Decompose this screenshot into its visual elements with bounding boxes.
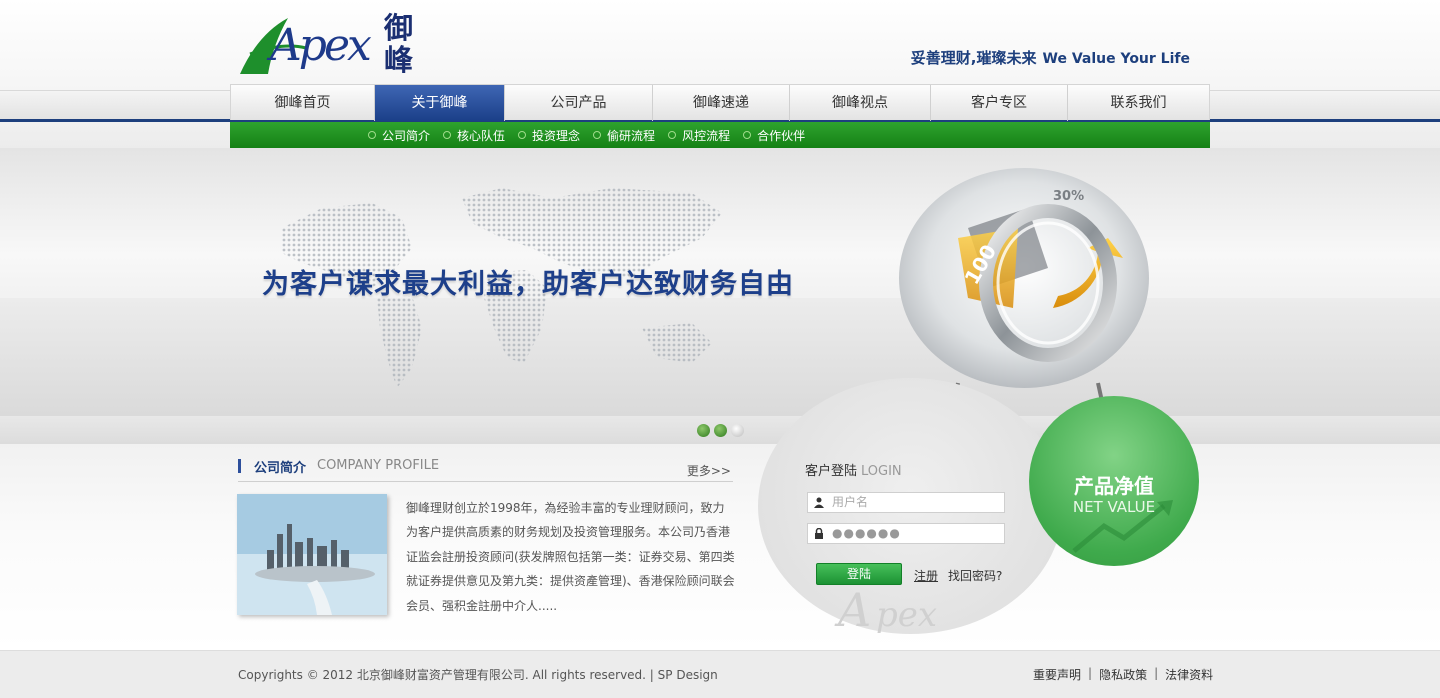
bullet-icon	[518, 131, 527, 139]
slogan-cn: 妥善理财,璀璨未来	[910, 49, 1037, 67]
password-value: ●●●●●●	[832, 526, 901, 540]
site-logo[interactable]: Apex 御峰	[238, 8, 418, 80]
profile-title-en: COMPANY PROFILE	[317, 458, 440, 473]
login-title-cn: 客户登陆	[805, 464, 858, 479]
subnav-label: 偷研流程	[607, 128, 656, 143]
nav-item-contact[interactable]: 联系我们	[1068, 85, 1209, 121]
login-title-en: LOGIN	[861, 464, 902, 479]
subnav-item-philosophy[interactable]: 投资理念	[518, 127, 580, 144]
bullet-icon	[668, 131, 677, 139]
page-container: Apex 御峰 妥善理财,璀璨未来 We Value Your Life 御峰首页…	[230, 0, 1210, 698]
sub-nav: 公司简介 核心队伍 投资理念 偷研流程 风控流程 合作伙伴	[230, 122, 1210, 148]
bullet-icon	[368, 131, 376, 139]
subnav-label: 投资理念	[532, 128, 581, 143]
section-marker-icon	[238, 459, 241, 473]
svg-text:A: A	[834, 583, 871, 637]
main-nav: 御峰首页 关于御峰 公司产品 御峰速递 御峰视点 客户专区 联系我们	[230, 84, 1210, 121]
subnav-item-partners[interactable]: 合作伙伴	[743, 127, 805, 144]
logo-watermark-icon: A pex	[834, 583, 937, 637]
profile-section-header: 公司简介 COMPANY PROFILE 更多>>	[238, 456, 733, 482]
subnav-item-profile[interactable]: 公司简介	[368, 127, 430, 144]
profile-title-cn: 公司简介	[254, 461, 307, 476]
net-value-title-cn: 产品净值	[1074, 474, 1154, 498]
subnav-label: 风控流程	[682, 128, 731, 143]
svg-text:pex: pex	[876, 595, 937, 635]
nav-item-news[interactable]: 御峰速递	[653, 85, 790, 121]
site-slogan: 妥善理财,璀璨未来 We Value Your Life	[911, 47, 1190, 68]
bullet-icon	[593, 131, 602, 139]
nav-item-about[interactable]: 关于御峰	[375, 85, 505, 121]
username-placeholder: 用户名	[832, 495, 869, 509]
slogan-en: We Value Your Life	[1042, 51, 1191, 67]
nav-item-home[interactable]: 御峰首页	[231, 85, 375, 121]
city-tray-image	[237, 494, 387, 615]
subnav-item-risk[interactable]: 风控流程	[668, 127, 730, 144]
net-value-title-en: NET VALUE	[1072, 498, 1156, 516]
nav-item-clients[interactable]: 客户专区	[931, 85, 1068, 121]
nav-item-insights[interactable]: 御峰视点	[790, 85, 931, 121]
lock-icon	[815, 528, 823, 539]
net-value-button[interactable]: 产品净值 NET VALUE	[1029, 396, 1199, 566]
nav-item-products[interactable]: 公司产品	[505, 85, 653, 121]
subnav-label: 公司简介	[382, 128, 431, 143]
subnav-item-research[interactable]: 偷研流程	[593, 127, 655, 144]
login-title: 客户登陆 LOGIN	[805, 460, 902, 479]
register-link[interactable]: 注册	[914, 567, 938, 584]
password-input[interactable]: ●●●●●●	[807, 523, 1005, 544]
profile-description: 御峰理财创立於1998年，為经验丰富的专业理财顾问，致力为客户提供高质素的财务规…	[406, 501, 735, 613]
logo-wordmark: Apex	[270, 20, 372, 71]
forgot-password-link[interactable]: 找回密码?	[948, 567, 1002, 584]
bullet-icon	[443, 131, 452, 139]
subnav-label: 合作伙伴	[757, 128, 806, 143]
subnav-label: 核心队伍	[457, 128, 506, 143]
bullet-icon	[743, 131, 752, 139]
user-icon	[814, 497, 824, 508]
subnav-item-team[interactable]: 核心队伍	[443, 127, 505, 144]
username-input[interactable]: 用户名	[807, 492, 1005, 513]
more-link[interactable]: 更多>>	[687, 462, 731, 479]
logo-chinese: 御峰	[384, 11, 414, 77]
login-button[interactable]: 登陆	[816, 563, 902, 585]
